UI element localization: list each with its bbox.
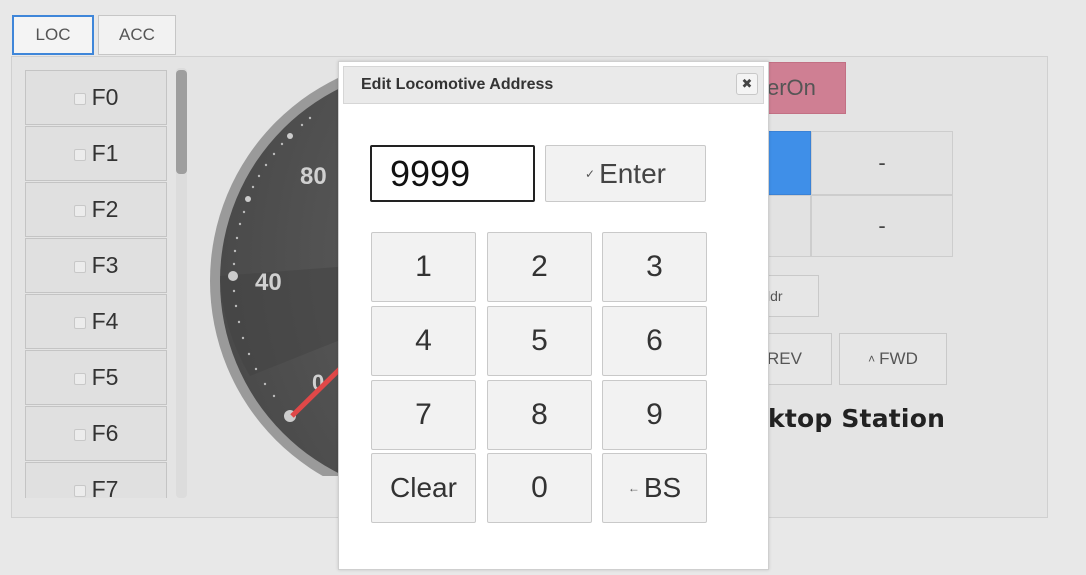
function-label: F1 — [91, 140, 119, 166]
gauge-tick-label: 80 — [300, 163, 327, 190]
function-button-f3[interactable]: F3 — [25, 238, 167, 293]
power-label: erOn — [767, 75, 816, 100]
dash-label: - — [878, 213, 886, 238]
backspace-label: BS — [643, 472, 682, 503]
function-label: F4 — [91, 308, 119, 334]
function-button-f2[interactable]: F2 — [25, 182, 167, 237]
keypad-backspace[interactable]: ← BS — [602, 453, 707, 523]
forward-label: FWD — [879, 349, 918, 368]
keypad-3[interactable]: 3 — [602, 232, 707, 302]
enter-button[interactable]: ✓ Enter — [545, 145, 706, 202]
tab-acc[interactable]: ACC — [98, 15, 176, 55]
function-label: F0 — [91, 84, 119, 110]
tab-loc[interactable]: LOC — [12, 15, 94, 55]
function-label: F7 — [91, 476, 119, 498]
keypad-5[interactable]: 5 — [487, 306, 592, 376]
function-button-f4[interactable]: F4 — [25, 294, 167, 349]
function-button-f0[interactable]: F0 — [25, 70, 167, 125]
address-input[interactable] — [370, 145, 535, 202]
function-label: F6 — [91, 420, 119, 446]
checkbox-icon[interactable] — [73, 92, 86, 105]
enter-label: Enter — [599, 157, 666, 189]
grid-cell[interactable] — [768, 195, 811, 257]
checkbox-icon[interactable] — [73, 428, 86, 441]
forward-button[interactable]: ˄ FWD — [839, 333, 947, 385]
address-button-label: ldr — [767, 288, 783, 304]
keypad-7[interactable]: 7 — [371, 380, 476, 450]
checkbox-icon[interactable] — [73, 148, 86, 161]
gauge-dial: 80 40 0 — [210, 76, 350, 476]
keypad-4[interactable]: 4 — [371, 306, 476, 376]
address-button[interactable]: ldr — [766, 275, 819, 317]
speed-step-active[interactable] — [768, 131, 811, 195]
up-arrow-icon: ˄ — [868, 352, 876, 366]
scrollbar-thumb[interactable] — [176, 70, 187, 174]
keypad-6[interactable]: 6 — [602, 306, 707, 376]
dialog-title: Edit Locomotive Address — [361, 76, 554, 93]
dash-label: - — [878, 150, 886, 175]
keypad-clear[interactable]: Clear — [371, 453, 476, 523]
keypad-8[interactable]: 8 — [487, 380, 592, 450]
function-button-f1[interactable]: F1 — [25, 126, 167, 181]
minus-cell-2[interactable]: - — [811, 195, 953, 257]
gauge-tick-label: 40 — [255, 269, 282, 296]
checkbox-icon[interactable] — [73, 316, 86, 329]
reverse-label: REV — [767, 349, 802, 368]
function-label: F3 — [91, 252, 119, 278]
speed-gauge[interactable]: 80 40 0 — [210, 76, 350, 476]
minus-cell-1[interactable]: - — [811, 131, 953, 195]
check-icon: ✓ — [585, 166, 596, 181]
close-icon[interactable]: ✖ — [736, 73, 758, 95]
function-label: F5 — [91, 364, 119, 390]
checkbox-icon[interactable] — [73, 260, 86, 273]
edit-address-dialog: Edit Locomotive Address ✖ ✓ Enter 1 2 3 … — [338, 61, 769, 570]
function-list: F0 F1 F2 F3 F4 F5 F6 F7 — [25, 70, 167, 498]
function-button-f5[interactable]: F5 — [25, 350, 167, 405]
keypad-1[interactable]: 1 — [371, 232, 476, 302]
checkbox-icon[interactable] — [73, 372, 86, 385]
reverse-button[interactable]: REV — [766, 333, 832, 385]
keypad-0[interactable]: 0 — [487, 453, 592, 523]
checkbox-icon[interactable] — [73, 484, 86, 497]
dialog-header: Edit Locomotive Address — [343, 66, 764, 104]
function-list-scrollbar[interactable] — [176, 68, 187, 498]
keypad-9[interactable]: 9 — [602, 380, 707, 450]
left-arrow-icon: ← — [627, 481, 640, 495]
function-button-f7[interactable]: F7 — [25, 462, 167, 498]
mode-tabs: LOC ACC — [12, 15, 176, 55]
checkbox-icon[interactable] — [73, 204, 86, 217]
keypad-2[interactable]: 2 — [487, 232, 592, 302]
power-button[interactable]: erOn — [766, 62, 846, 114]
station-name: ktop Station — [768, 404, 946, 433]
function-button-f6[interactable]: F6 — [25, 406, 167, 461]
function-label: F2 — [91, 196, 119, 222]
